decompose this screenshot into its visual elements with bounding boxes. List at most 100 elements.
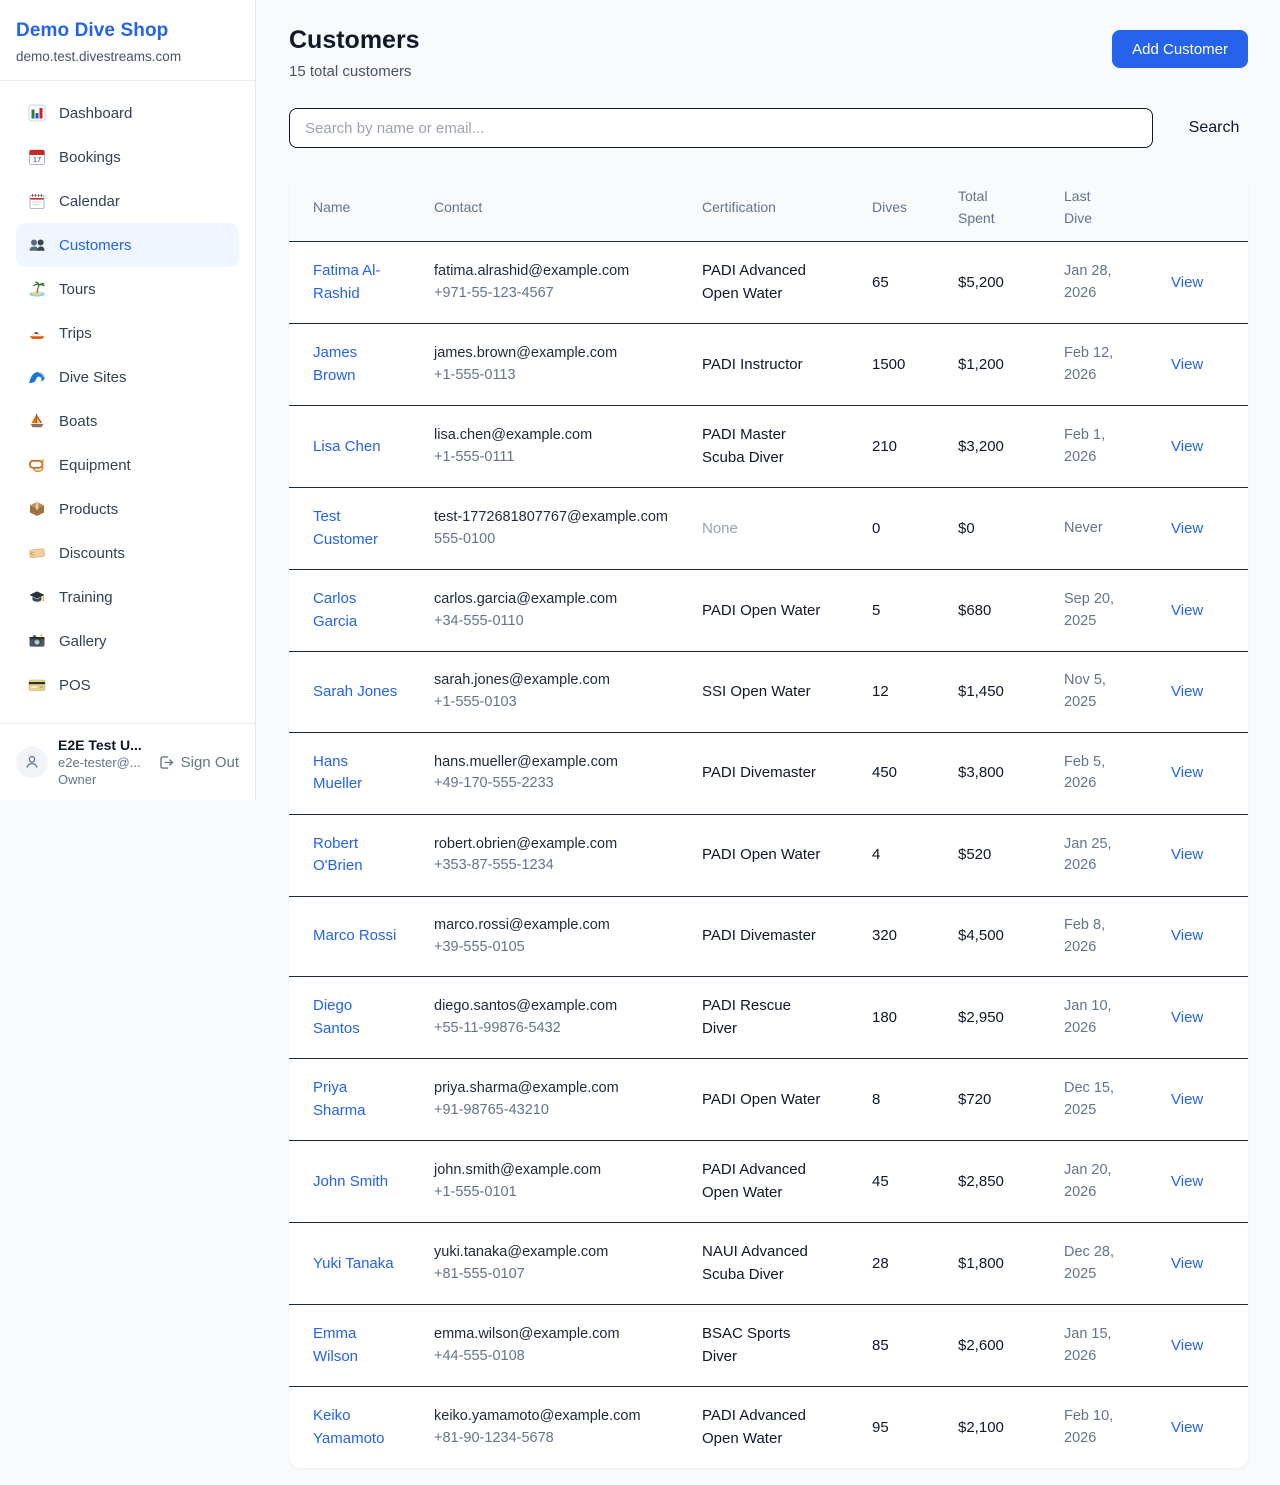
sidebar-item[interactable]: POS [16, 663, 239, 707]
sidebar-item[interactable]: Dashboard [16, 91, 239, 135]
contact-cell: sarah.jones@example.com +1-555-0103 [434, 670, 669, 714]
column-header: Contact [434, 174, 702, 242]
customer-name-link[interactable]: Yuki Tanaka [313, 1253, 394, 1276]
boats-icon [28, 412, 46, 430]
certification-cell: PADI Master Scuba Diver [702, 424, 821, 469]
main-content: Customers 15 total customers Add Custome… [257, 0, 1280, 1468]
table-row: Emma Wilson emma.wilson@example.com +44-… [289, 1305, 1248, 1387]
customer-name-link[interactable]: Fatima Al-Rashid [313, 260, 399, 305]
customer-name-link[interactable]: Sarah Jones [313, 681, 397, 704]
sidebar-item[interactable]: Tours [16, 267, 239, 311]
certification-cell: PADI Advanced Open Water [702, 260, 821, 305]
total-spent-cell: $2,600 [958, 1305, 1064, 1387]
customer-email: marco.rossi@example.com [434, 915, 669, 937]
view-customer-link[interactable]: View [1171, 683, 1203, 700]
add-customer-button[interactable]: Add Customer [1112, 30, 1248, 68]
dives-cell: 180 [872, 977, 958, 1059]
view-customer-link[interactable]: View [1171, 274, 1203, 291]
sidebar-item[interactable]: Discounts [16, 531, 239, 575]
certification-cell: NAUI Advanced Scuba Diver [702, 1241, 821, 1286]
view-customer-link[interactable]: View [1171, 1009, 1203, 1026]
customer-name-link[interactable]: Diego Santos [313, 995, 399, 1040]
customer-name-link[interactable]: Emma Wilson [313, 1323, 399, 1368]
dives-cell: 65 [872, 242, 958, 324]
view-customer-link[interactable]: View [1171, 846, 1203, 863]
customer-name-link[interactable]: James Brown [313, 342, 399, 387]
last-dive-cell: Feb 10, 2026 [1064, 1406, 1128, 1450]
total-spent-cell: $3,200 [958, 406, 1064, 488]
sidebar-item[interactable]: Boats [16, 399, 239, 443]
dives-cell: 12 [872, 652, 958, 733]
customer-phone: +1-555-0111 [434, 447, 669, 469]
customer-phone: +34-555-0110 [434, 611, 669, 633]
customer-name-link[interactable]: Marco Rossi [313, 925, 396, 948]
sidebar-item[interactable]: Trips [16, 311, 239, 355]
certification-cell: PADI Open Water [702, 1089, 821, 1112]
customer-email: robert.obrien@example.com [434, 834, 669, 856]
view-customer-link[interactable]: View [1171, 764, 1203, 781]
customer-name-link[interactable]: Robert O'Brien [313, 833, 399, 878]
calendar-icon [28, 192, 46, 210]
pos-icon [28, 676, 46, 694]
customer-phone: +1-555-0113 [434, 365, 669, 387]
customer-name-link[interactable]: Hans Mueller [313, 751, 399, 796]
sidebar-item[interactable]: Dive Sites [16, 355, 239, 399]
certification-cell: BSAC Sports Diver [702, 1323, 821, 1368]
customer-email: emma.wilson@example.com [434, 1324, 669, 1346]
certification-cell: PADI Divemaster [702, 925, 821, 948]
contact-cell: james.brown@example.com +1-555-0113 [434, 343, 669, 387]
dives-cell: 1500 [872, 324, 958, 406]
last-dive-cell: Jan 28, 2026 [1064, 261, 1128, 305]
shop-title: Demo Dive Shop [16, 20, 239, 42]
customer-name-link[interactable]: Carlos Garcia [313, 588, 399, 633]
certification-cell: PADI Open Water [702, 600, 821, 623]
table-row: Marco Rossi marco.rossi@example.com +39-… [289, 896, 1248, 977]
table-row: Yuki Tanaka yuki.tanaka@example.com +81-… [289, 1223, 1248, 1305]
sidebar-item[interactable]: Products [16, 487, 239, 531]
sidebar-item[interactable]: Training [16, 575, 239, 619]
search-input[interactable] [289, 108, 1153, 148]
view-customer-link[interactable]: View [1171, 927, 1203, 944]
view-customer-link[interactable]: View [1171, 1419, 1203, 1436]
view-customer-link[interactable]: View [1171, 438, 1203, 455]
customer-name-link[interactable]: John Smith [313, 1171, 388, 1194]
sidebar-item-label: Trips [59, 325, 92, 342]
customers-table: Name Contact Certification Dives Total S… [289, 174, 1248, 1468]
total-spent-cell: $2,950 [958, 977, 1064, 1059]
dives-cell: 0 [872, 488, 958, 570]
view-customer-link[interactable]: View [1171, 356, 1203, 373]
view-customer-link[interactable]: View [1171, 1091, 1203, 1108]
view-customer-link[interactable]: View [1171, 1173, 1203, 1190]
sidebar-item-label: Dashboard [59, 105, 132, 122]
customer-name-link[interactable]: Lisa Chen [313, 436, 381, 459]
search-button[interactable]: Search [1180, 119, 1248, 137]
view-customer-link[interactable]: View [1171, 602, 1203, 619]
contact-cell: lisa.chen@example.com +1-555-0111 [434, 425, 669, 469]
customer-phone: +1-555-0101 [434, 1182, 669, 1204]
certification-cell: PADI Advanced Open Water [702, 1159, 821, 1204]
customer-email: yuki.tanaka@example.com [434, 1242, 669, 1264]
sidebar-item-label: Dive Sites [59, 369, 127, 386]
customer-phone: +91-98765-43210 [434, 1100, 669, 1122]
training-icon [28, 588, 46, 606]
customer-email: lisa.chen@example.com [434, 425, 669, 447]
sidebar-item[interactable]: Customers [16, 223, 239, 267]
customer-name-link[interactable]: Keiko Yamamoto [313, 1405, 399, 1450]
contact-cell: keiko.yamamoto@example.com +81-90-1234-5… [434, 1406, 669, 1450]
last-dive-cell: Feb 1, 2026 [1064, 425, 1128, 469]
view-customer-link[interactable]: View [1171, 1337, 1203, 1354]
view-customer-link[interactable]: View [1171, 520, 1203, 537]
certification-cell: PADI Rescue Diver [702, 995, 821, 1040]
customer-name-link[interactable]: Priya Sharma [313, 1077, 399, 1122]
sidebar-item[interactable]: 17 Bookings [16, 135, 239, 179]
sidebar-item[interactable]: Equipment [16, 443, 239, 487]
dives-cell: 8 [872, 1059, 958, 1141]
sidebar-item[interactable]: Gallery [16, 619, 239, 663]
customer-name-link[interactable]: Test Customer [313, 506, 399, 551]
sidebar-item[interactable]: Calendar [16, 179, 239, 223]
view-customer-link[interactable]: View [1171, 1255, 1203, 1272]
table-header: Name Contact Certification Dives Total S… [289, 174, 1248, 242]
sign-out-button[interactable]: Sign Out [158, 754, 239, 771]
user-section: E2E Test U... e2e-tester@... Owner Sign … [0, 723, 255, 800]
avatar [16, 746, 48, 778]
